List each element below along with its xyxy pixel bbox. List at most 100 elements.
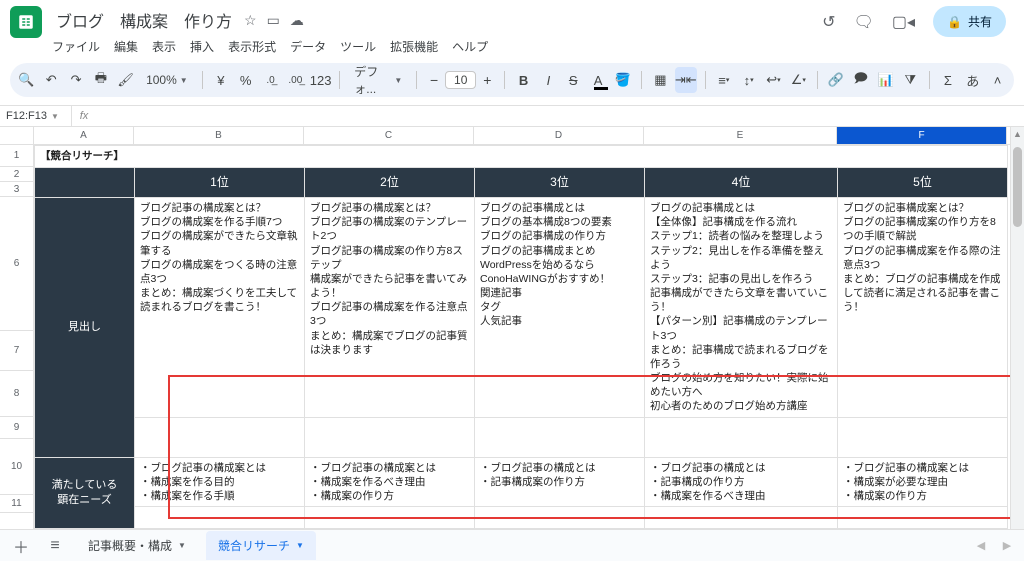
increase-decimal[interactable]: .00̲	[285, 67, 306, 93]
tab-scroll-left-icon[interactable]: ◀	[972, 539, 990, 552]
row-header-2[interactable]: 2	[0, 167, 33, 182]
scroll-up-icon[interactable]: ▲	[1011, 129, 1024, 143]
menu-edit[interactable]: 編集	[114, 38, 138, 55]
vscroll-thumb[interactable]	[1013, 147, 1022, 227]
column-header-A[interactable]: A	[34, 127, 134, 144]
row-header-8[interactable]: 8	[0, 371, 33, 417]
meet-icon[interactable]: ▢◂	[892, 12, 915, 32]
text-wrap-icon[interactable]: ↩▾	[763, 67, 784, 93]
move-icon[interactable]: ▭	[267, 12, 280, 29]
sheet-tab-2[interactable]: 競合リサーチ▼	[206, 531, 316, 560]
paint-format-icon[interactable]: 🖌	[115, 67, 136, 93]
rank-header-1[interactable]: 1位	[135, 168, 305, 198]
redo-icon[interactable]: ↷	[66, 67, 87, 93]
share-button[interactable]: 共有	[933, 6, 1006, 37]
rank-header-4[interactable]: 4位	[645, 168, 838, 198]
star-icon[interactable]: ☆	[244, 12, 257, 29]
formula-bar: F12:F13▼ fx	[0, 105, 1024, 127]
menu-bar: ファイル 編集 表示 挿入 表示形式 データ ツール 拡張機能 ヘルプ	[52, 38, 822, 55]
insert-chart-icon[interactable]: 📊	[875, 67, 896, 93]
undo-icon[interactable]: ↶	[41, 67, 62, 93]
menu-tools[interactable]: ツール	[340, 38, 376, 55]
explicit-1[interactable]: ・ブログ記事の構成案とは ・構成案を作る目的 ・構成案を作る手順	[135, 457, 305, 507]
decrease-font-size[interactable]: −	[425, 72, 443, 88]
row-header-1[interactable]: 1	[0, 145, 33, 167]
rowlabel-heading[interactable]: 見出し	[35, 198, 135, 458]
insert-comment-icon[interactable]: 🗩	[850, 67, 871, 93]
select-all-corner[interactable]	[0, 127, 34, 144]
menu-help[interactable]: ヘルプ	[452, 38, 488, 55]
bold-icon[interactable]: B	[513, 67, 534, 93]
row-header-6[interactable]: 6	[0, 197, 33, 331]
print-icon[interactable]: 🖶	[90, 67, 111, 93]
heading-5[interactable]: ブログの記事構成案とは？ ブログの記事構成案の作り方を8つの手順で解説 ブログの…	[838, 198, 1008, 418]
explicit-2[interactable]: ・ブログ記事の構成案とは ・構成案を作るべき理由 ・構成案の作り方	[305, 457, 475, 507]
add-sheet-button[interactable]: ＋	[8, 533, 34, 559]
horizontal-align-icon[interactable]: ≡▾	[713, 67, 734, 93]
column-header-B[interactable]: B	[134, 127, 304, 144]
rank-header-2[interactable]: 2位	[305, 168, 475, 198]
vertical-scrollbar[interactable]: ▲ ▼	[1010, 127, 1024, 545]
italic-icon[interactable]: I	[538, 67, 559, 93]
rowlabel-explicit[interactable]: 満たしている 顕在ニーズ	[35, 457, 135, 529]
row-header-9[interactable]: 9	[0, 417, 33, 439]
fill-color-icon[interactable]: 🪣	[612, 67, 633, 93]
strikethrough-icon[interactable]: S	[563, 67, 584, 93]
vertical-align-icon[interactable]: ↕▾	[738, 67, 759, 93]
heading-4[interactable]: ブログの記事構成とは 【全体像】記事構成を作る流れ ステップ1：読者の悩みを整理…	[645, 198, 838, 418]
explicit-3[interactable]: ・ブログ記事の構成とは ・記事構成案の作り方	[475, 457, 645, 507]
text-color-icon[interactable]: A	[588, 67, 609, 93]
merge-cells-icon[interactable]: ⇥⇤	[675, 67, 697, 93]
comment-icon[interactable]: 🗨	[854, 12, 874, 32]
column-header-D[interactable]: D	[474, 127, 644, 144]
row-header-11[interactable]: 11	[0, 495, 33, 513]
borders-icon[interactable]: ▦	[650, 67, 671, 93]
rank-header-5[interactable]: 5位	[838, 168, 1008, 198]
increase-font-size[interactable]: +	[478, 72, 496, 88]
currency-icon[interactable]: ¥	[210, 67, 231, 93]
sheet-area: A B C D E F 1 2 3 6 7 8 9 10 11 【競合リサーチ】	[0, 127, 1024, 545]
explicit-4[interactable]: ・ブログ記事の構成とは ・記事構成の作り方 ・構成案を作るべき理由	[645, 457, 838, 507]
column-header-F[interactable]: F	[837, 127, 1007, 144]
menu-view[interactable]: 表示	[152, 38, 176, 55]
heading-2[interactable]: ブログ記事の構成案とは？ ブログ記事の構成案のテンプレート2つ ブログ記事の構成…	[305, 198, 475, 418]
doc-title[interactable]: ブログ 構成案 作り方	[52, 6, 236, 34]
explicit-5[interactable]: ・ブログ記事の構成案とは ・構成案が必要な理由 ・構成案の作り方	[838, 457, 1008, 507]
heading-1[interactable]: ブログ記事の構成案とは？ ブログの構成案を作る手順7つ ブログの構成案ができたら…	[135, 198, 305, 418]
menu-data[interactable]: データ	[290, 38, 326, 55]
font-select[interactable]: デフォ...▼	[348, 67, 408, 93]
filter-icon[interactable]: ⧩	[900, 67, 921, 93]
zoom-select[interactable]: 100%▼	[140, 67, 194, 93]
text-rotation-icon[interactable]: ∠▾	[788, 67, 809, 93]
menu-file[interactable]: ファイル	[52, 38, 100, 55]
row-header-3[interactable]: 3	[0, 182, 33, 197]
link-icon[interactable]: 🔗	[826, 67, 847, 93]
row-header-7[interactable]: 7	[0, 331, 33, 371]
heading-3[interactable]: ブログの記事構成とは ブログの基本構成8つの要素 ブログの記事構成の作り方 ブロ…	[475, 198, 645, 418]
title-cell[interactable]: 【競合リサーチ】	[35, 146, 1008, 168]
tab-scroll-right-icon[interactable]: ▶	[998, 539, 1016, 552]
rank-header-3[interactable]: 3位	[475, 168, 645, 198]
history-icon[interactable]: ↺	[822, 12, 835, 32]
percent-icon[interactable]: %	[235, 67, 256, 93]
font-size-control: − 10 +	[425, 71, 496, 89]
format-123[interactable]: 123	[310, 67, 332, 93]
menu-insert[interactable]: 挿入	[190, 38, 214, 55]
rank-header-blank[interactable]	[35, 168, 135, 198]
cloud-icon[interactable]: ☁	[290, 12, 304, 29]
font-size-value[interactable]: 10	[445, 71, 476, 89]
spreadsheet-grid[interactable]: 【競合リサーチ】 1位 2位 3位 4位 5位 見出し ブログ記事の構成案とは？…	[34, 145, 1008, 545]
menu-extensions[interactable]: 拡張機能	[390, 38, 438, 55]
search-icon[interactable]: 🔍	[16, 67, 37, 93]
column-header-C[interactable]: C	[304, 127, 474, 144]
sheet-tab-1[interactable]: 記事概要・構成▼	[76, 531, 198, 560]
decrease-decimal[interactable]: .0̲	[260, 67, 281, 93]
row-header-10[interactable]: 10	[0, 439, 33, 495]
menu-format[interactable]: 表示形式	[228, 38, 276, 55]
collapse-toolbar-icon[interactable]: ˄	[987, 67, 1008, 93]
column-header-E[interactable]: E	[644, 127, 837, 144]
ime-icon[interactable]: あ	[962, 67, 983, 93]
functions-icon[interactable]: Σ	[938, 67, 959, 93]
all-sheets-button[interactable]: ≡	[42, 533, 68, 559]
name-box[interactable]: F12:F13▼	[0, 106, 72, 126]
